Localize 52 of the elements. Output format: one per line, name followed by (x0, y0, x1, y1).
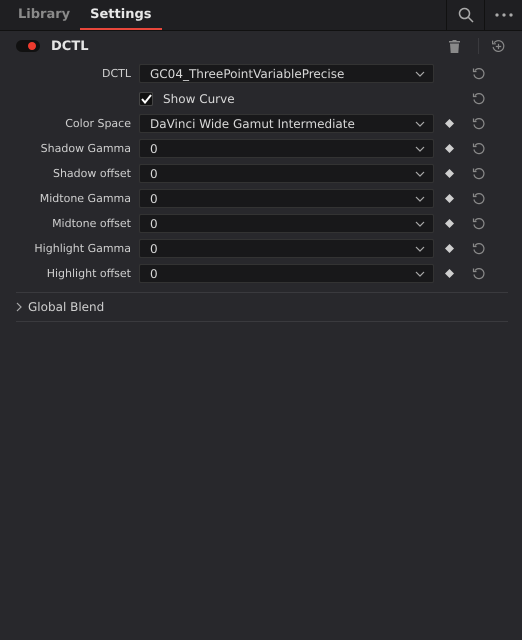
chevron-down-icon (415, 120, 425, 126)
reset-icon[interactable] (472, 116, 486, 130)
effect-title: DCTL (51, 38, 88, 54)
reset-icon[interactable] (472, 66, 486, 80)
dropdown[interactable]: 0 (139, 239, 434, 258)
tab[interactable]: Library (8, 0, 80, 30)
reset-icon[interactable] (472, 266, 486, 280)
keyframe-diamond-icon[interactable] (444, 194, 454, 203)
more-icon (494, 13, 512, 17)
keyframe-diamond-icon[interactable] (444, 269, 454, 278)
toggle-switch[interactable] (16, 40, 40, 52)
tab[interactable]: Settings (80, 0, 162, 30)
param-label: DCTL (101, 67, 131, 80)
add-reset-icon[interactable] (491, 38, 506, 54)
chevron-down-icon (415, 146, 425, 152)
keyframe-diamond-icon[interactable] (444, 144, 454, 153)
reset-icon[interactable] (472, 142, 486, 156)
search-icon (458, 7, 474, 23)
section-header[interactable]: Global Blend (16, 292, 508, 322)
param-label: Highlight offset (46, 267, 131, 280)
chevron-down-icon (415, 196, 425, 202)
keyframe-diamond-icon[interactable] (444, 244, 454, 253)
checkbox-label: Show Curve (163, 92, 235, 106)
chevron-down-icon (415, 246, 425, 252)
param-label: Highlight Gamma (33, 242, 131, 255)
dropdown[interactable]: 0 (139, 164, 434, 183)
dropdown[interactable]: 0 (139, 214, 434, 233)
keyframe-diamond-icon[interactable] (444, 119, 454, 128)
param-label: Midtone Gamma (38, 192, 131, 205)
chevron-down-icon (415, 220, 425, 226)
param-label: Shadow offset (52, 167, 131, 180)
reset-icon[interactable] (472, 216, 486, 230)
dropdown[interactable]: DaVinci Wide Gamut Intermediate (139, 114, 434, 133)
reset-icon[interactable] (472, 192, 486, 206)
keyframe-diamond-icon[interactable] (444, 219, 454, 228)
dropdown[interactable]: 0 (139, 139, 434, 158)
dropdown[interactable]: 0 (139, 264, 434, 283)
chevron-down-icon (415, 270, 425, 276)
trash-icon[interactable] (449, 40, 460, 52)
reset-icon[interactable] (472, 242, 486, 256)
checkbox[interactable] (139, 92, 153, 106)
chevron-down-icon (415, 170, 425, 176)
section-title: Global Blend (28, 300, 104, 314)
dropdown[interactable]: GC04_ThreePointVariablePrecise (139, 64, 434, 83)
reset-icon[interactable] (472, 92, 486, 106)
reset-icon[interactable] (472, 166, 486, 180)
keyframe-diamond-icon[interactable] (444, 169, 454, 178)
param-label: Shadow Gamma (40, 142, 131, 155)
chevron-down-icon (415, 70, 425, 76)
param-label: Midtone offset (51, 217, 131, 230)
dropdown[interactable]: 0 (139, 189, 434, 208)
param-label: Color Space (64, 117, 131, 130)
